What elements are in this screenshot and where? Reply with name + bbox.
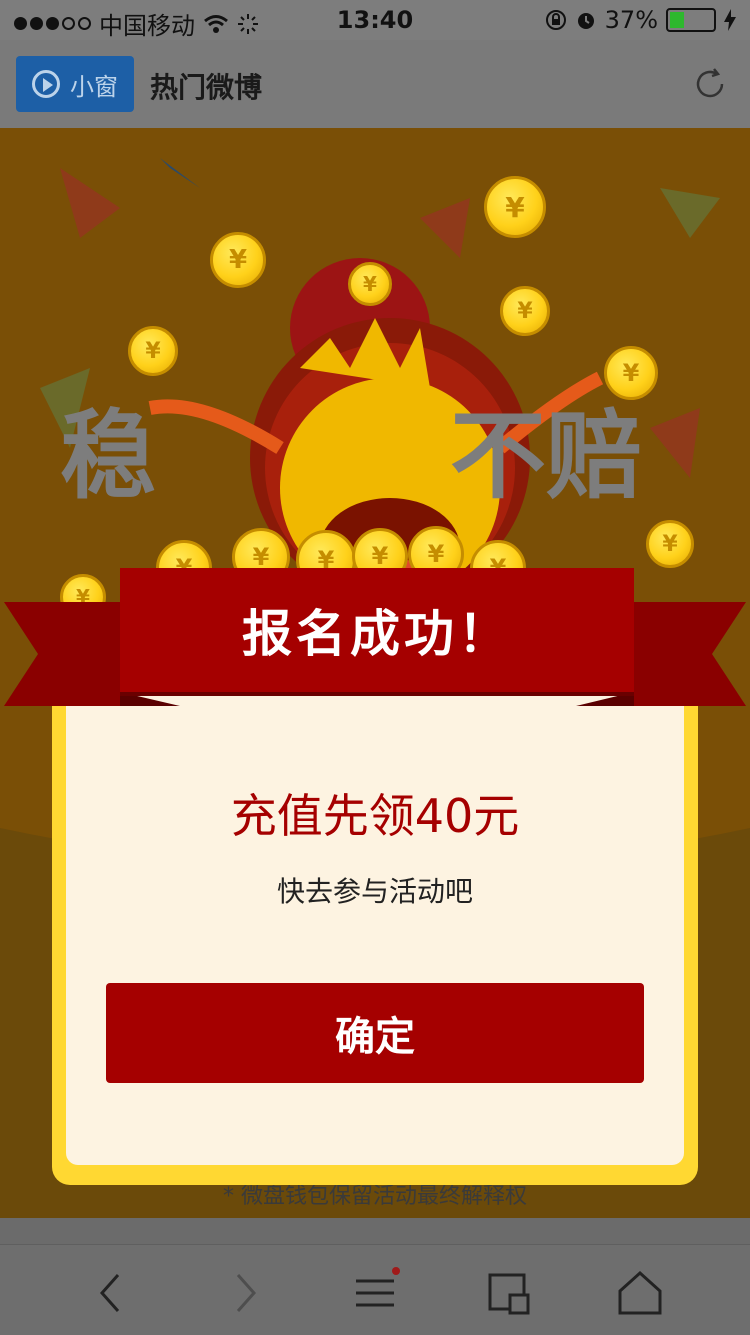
mini-window-label: 小窗 — [70, 72, 118, 101]
modal-subtitle: 快去参与活动吧 — [276, 875, 473, 908]
coin-icon: ¥ — [348, 262, 392, 306]
confirm-button[interactable]: 确定 — [106, 983, 644, 1083]
play-icon — [32, 70, 60, 98]
alarm-icon — [577, 13, 594, 29]
charging-icon — [724, 9, 736, 31]
back-icon[interactable] — [84, 1265, 140, 1321]
coin-icon: ¥ — [210, 232, 266, 288]
battery-icon — [666, 8, 716, 32]
coin-icon: ¥ — [128, 326, 178, 376]
modal-body — [66, 677, 684, 1165]
browser-toolbar — [0, 1244, 750, 1335]
ribbon-title: 报名成功！ — [120, 568, 634, 692]
battery-percent: 37% — [604, 6, 658, 34]
modal-headline: 充值先领40元 — [230, 789, 520, 843]
page-title: 热门微博 — [150, 71, 263, 104]
nav-bar: 小窗 热门微博 — [0, 40, 750, 128]
coin-icon: ¥ — [604, 346, 658, 400]
coin-icon: ¥ — [646, 520, 694, 568]
forward-icon[interactable] — [216, 1265, 272, 1321]
coin-icon: ¥ — [500, 286, 550, 336]
menu-icon[interactable] — [348, 1265, 404, 1321]
success-modal — [52, 655, 698, 1185]
mini-window-button[interactable]: 小窗 — [16, 56, 134, 112]
banner-text-right: 不赔 — [450, 400, 642, 512]
home-icon[interactable] — [612, 1265, 668, 1321]
coin-icon: ¥ — [484, 176, 546, 238]
refresh-icon[interactable] — [692, 66, 728, 102]
status-bar: 中国移动 13:40 37% — [0, 0, 750, 40]
banner-text-left: 稳 — [60, 400, 166, 512]
tabs-icon[interactable] — [480, 1265, 536, 1321]
rotation-lock-icon — [545, 10, 566, 30]
